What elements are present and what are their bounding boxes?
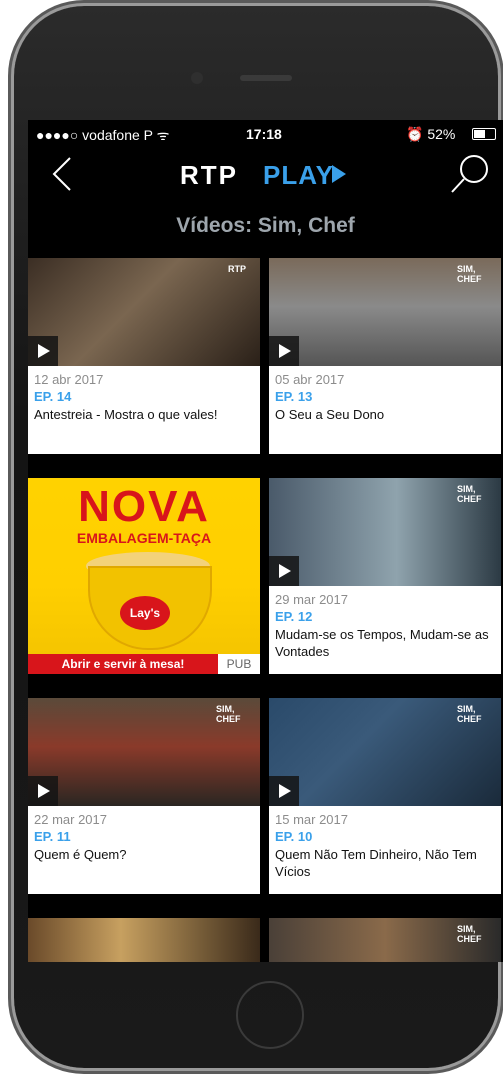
channel-tag: RTP (228, 264, 246, 274)
video-thumbnail: SIM, CHEF (28, 698, 260, 806)
chevron-left-icon (52, 157, 71, 191)
video-date: 29 mar 2017 (275, 592, 348, 607)
show-tag: SIM, CHEF (457, 264, 482, 284)
logo-play-text: PLAY (263, 160, 334, 190)
logo-rtp-text: RTP (180, 160, 238, 190)
video-thumbnail: SIM, CHEF (269, 258, 501, 366)
advertisement-card[interactable]: NOVA EMBALAGEM-TAÇA Lay's Abrir e servir… (28, 478, 260, 674)
play-arrow-icon (332, 165, 346, 183)
video-thumbnail (28, 918, 260, 962)
video-card-ep11[interactable]: SIM, CHEF 22 mar 2017 EP. 11 Quem é Quem… (28, 698, 260, 894)
episode-number: EP. 13 (275, 389, 313, 404)
video-thumbnail: SIM, CHEF (269, 698, 501, 806)
episode-number: EP. 12 (275, 609, 313, 624)
show-tag: SIM, CHEF (457, 484, 482, 504)
video-card-ep12[interactable]: SIM, CHEF 29 mar 2017 EP. 12 Mudam-se os… (269, 478, 501, 674)
ad-strip-text: Abrir e servir à mesa! (28, 654, 218, 674)
lays-logo: Lay's (120, 596, 170, 630)
page-title: Vídeos: Sim, Chef (176, 214, 355, 237)
play-icon (269, 556, 299, 586)
show-tag: SIM, CHEF (457, 924, 482, 944)
carrier-label: ●●●●○ vodafone P ᯤ (36, 127, 170, 143)
video-title: Quem Não Tem Dinheiro, Não Tem Vícios (275, 847, 477, 879)
battery-percent: ⏰ 52% (406, 126, 456, 142)
video-date: 05 abr 2017 (275, 372, 345, 387)
video-date: 15 mar 2017 (275, 812, 348, 827)
video-card-ep13[interactable]: SIM, CHEF 05 abr 2017 EP. 13 O Seu a Seu… (269, 258, 501, 454)
video-thumbnail: SIM, CHEF (269, 478, 501, 586)
show-tag: SIM, CHEF (216, 704, 241, 724)
video-title: Mudam-se os Tempos, Mudam-se as Vontades (275, 627, 489, 659)
front-camera (191, 72, 203, 84)
app-screen: ●●●●○ vodafone P ᯤ 17:18 ⏰ 52% RTP PLAY … (28, 120, 503, 962)
ad-subheadline: EMBALAGEM-TAÇA (76, 530, 212, 546)
search-button[interactable] (448, 152, 492, 196)
video-thumbnail: SIM, CHEF (269, 918, 501, 962)
video-card-partial[interactable] (28, 918, 260, 962)
back-button[interactable] (46, 154, 78, 194)
rtp-play-logo: RTP PLAY (180, 160, 355, 190)
ad-banner: NOVA EMBALAGEM-TAÇA Lay's Abrir e servir… (28, 478, 260, 674)
clock: 17:18 (246, 126, 282, 142)
video-thumbnail: RTP (28, 258, 260, 366)
earpiece-speaker (240, 75, 292, 81)
play-icon (28, 336, 58, 366)
video-title: Antestreia - Mostra o que vales! (34, 407, 218, 422)
battery-icon (472, 128, 496, 140)
play-icon (269, 776, 299, 806)
video-title: Quem é Quem? (34, 847, 127, 862)
episode-number: EP. 14 (34, 389, 72, 404)
video-title: O Seu a Seu Dono (275, 407, 385, 422)
video-card-partial[interactable]: SIM, CHEF (269, 918, 501, 962)
video-date: 12 abr 2017 (34, 372, 104, 387)
video-card-ep14[interactable]: RTP 12 abr 2017 EP. 14 Antestreia - Most… (28, 258, 260, 454)
search-icon (451, 155, 488, 193)
video-card-ep10[interactable]: SIM, CHEF 15 mar 2017 EP. 10 Quem Não Te… (269, 698, 501, 894)
ad-badge: PUB (218, 654, 260, 674)
episode-number: EP. 11 (34, 829, 71, 844)
ad-headline: NOVA (78, 482, 210, 531)
episode-number: EP. 10 (275, 829, 313, 844)
play-icon (28, 776, 58, 806)
play-icon (269, 336, 299, 366)
status-bar: ●●●●○ vodafone P ᯤ 17:18 ⏰ 52% (28, 120, 503, 148)
home-button[interactable] (236, 981, 304, 1049)
top-navbar: RTP PLAY (28, 148, 503, 200)
video-date: 22 mar 2017 (34, 812, 107, 827)
show-tag: SIM, CHEF (457, 704, 482, 724)
